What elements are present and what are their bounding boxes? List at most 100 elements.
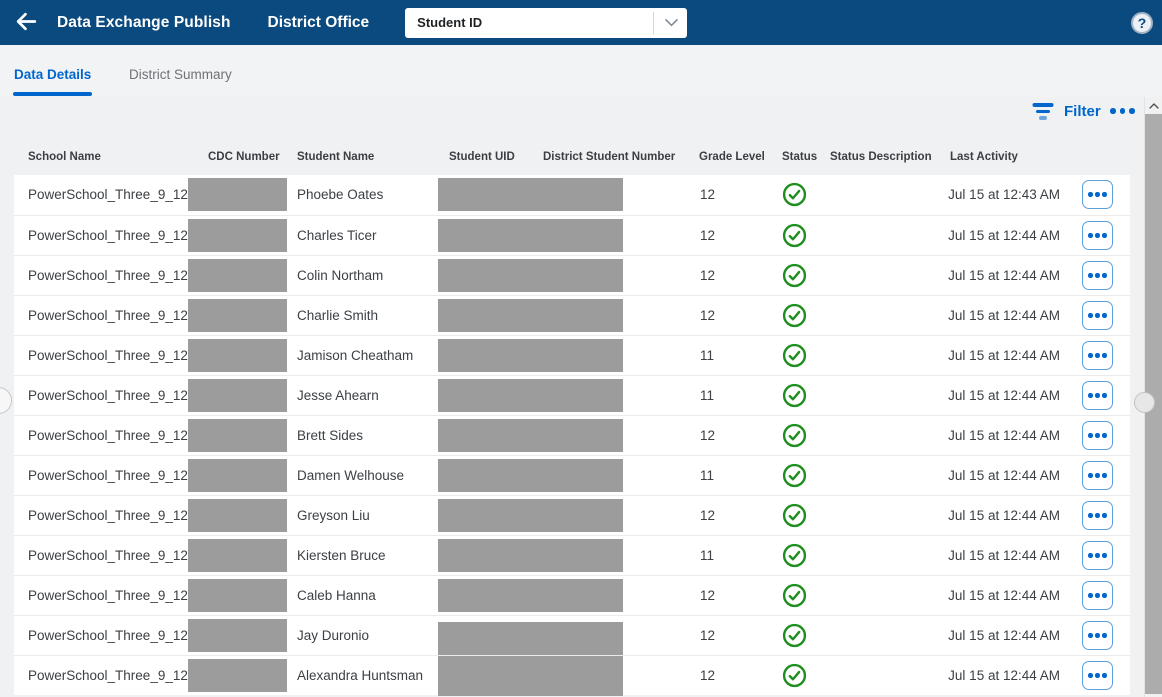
cdc-number-redacted: [188, 539, 287, 572]
table-row: PowerSchool_Three_9_12 Alexandra Huntsman…: [14, 655, 1130, 696]
scroll-up-button[interactable]: [1145, 97, 1162, 113]
tab-bar: Data Details District Summary: [0, 45, 1162, 97]
status-success-icon: [782, 663, 807, 688]
cdc-number-redacted: [188, 459, 287, 492]
cdc-number-redacted: [188, 379, 287, 412]
ellipsis-icon: [1110, 108, 1116, 114]
student-uid-redacted: [438, 419, 623, 452]
ellipsis-dot: [1088, 513, 1093, 518]
school-name-cell: PowerSchool_Three_9_12: [28, 468, 188, 483]
column-header-student-uid: Student UID: [449, 151, 515, 163]
grade-level-cell: 11: [700, 548, 715, 563]
column-header-district-student-number: District Student Number: [543, 151, 676, 163]
filter-icon: [1032, 103, 1053, 120]
row-actions-button[interactable]: [1082, 661, 1113, 690]
grade-level-cell: 11: [700, 468, 715, 483]
grade-level-cell: 12: [700, 668, 716, 683]
ellipsis-dot: [1102, 473, 1107, 478]
student-name-cell: Kiersten Bruce: [297, 548, 386, 563]
row-actions-button[interactable]: [1082, 221, 1113, 250]
ellipsis-dot: [1102, 353, 1107, 358]
row-actions-button[interactable]: [1082, 581, 1113, 610]
column-header-status: Status: [782, 151, 818, 163]
tab-district-summary[interactable]: District Summary: [129, 67, 232, 82]
last-activity-cell: Jul 15 at 12:44 AM: [948, 628, 1060, 643]
row-actions-button[interactable]: [1082, 461, 1113, 490]
student-name-cell: Damen Welhouse: [297, 468, 405, 483]
ellipsis-dot: [1088, 233, 1093, 238]
row-actions-button[interactable]: [1082, 301, 1113, 330]
app-title: Data Exchange Publish: [57, 13, 231, 31]
ellipsis-dot: [1088, 393, 1093, 398]
row-actions-button[interactable]: [1082, 261, 1113, 290]
status-success-icon: [782, 463, 807, 488]
grade-level-cell: 12: [700, 187, 716, 202]
status-success-icon: [782, 583, 807, 608]
ellipsis-dot: [1095, 593, 1100, 598]
grade-level-cell: 11: [700, 388, 715, 403]
ellipsis-dot: [1088, 313, 1093, 318]
row-actions-button[interactable]: [1082, 180, 1113, 209]
ellipsis-dot: [1088, 433, 1093, 438]
status-success-icon: [782, 503, 807, 528]
ellipsis-dot: [1095, 393, 1100, 398]
table-header-row: School Name CDC Number Student Name Stud…: [14, 145, 1130, 175]
status-success-icon: [782, 223, 807, 248]
table-row: PowerSchool_Three_9_12 Jamison Cheatham 11…: [14, 335, 1130, 375]
page-previous-notch[interactable]: [0, 387, 12, 414]
column-header-student-name: Student Name: [297, 151, 375, 163]
student-uid-redacted: [438, 539, 623, 572]
last-activity-cell: Jul 15 at 12:44 AM: [948, 308, 1060, 323]
grade-level-cell: 12: [700, 308, 716, 323]
student-name-cell: Colin Northam: [297, 268, 384, 283]
filter-label: Filter: [1064, 103, 1101, 120]
filter-button[interactable]: Filter: [1032, 103, 1101, 120]
student-name-cell: Caleb Hanna: [297, 588, 376, 603]
row-actions-button[interactable]: [1082, 341, 1113, 370]
student-uid-redacted: [438, 499, 623, 532]
table-row: PowerSchool_Three_9_12 Kiersten Bruce 11 Ju…: [14, 535, 1130, 575]
last-activity-cell: Jul 15 at 12:43 AM: [948, 187, 1060, 202]
student-name-cell: Greyson Liu: [297, 508, 370, 523]
grade-level-cell: 12: [700, 428, 716, 443]
student-uid-redacted: [438, 219, 623, 252]
help-button[interactable]: ?: [1131, 12, 1153, 34]
category-select-value: Student ID: [417, 15, 483, 30]
last-activity-cell: Jul 15 at 12:44 AM: [948, 508, 1060, 523]
ellipsis-dot: [1088, 353, 1093, 358]
student-uid-redacted: [438, 299, 623, 332]
table-row: PowerSchool_Three_9_12 Caleb Hanna 12 Jul 1…: [14, 575, 1130, 615]
ellipsis-dot: [1095, 473, 1100, 478]
school-name-cell: PowerSchool_Three_9_12: [28, 228, 188, 243]
context-title: District Office: [267, 13, 370, 31]
table-row: PowerSchool_Three_9_12 Charlie Smith 12 Jul…: [14, 295, 1130, 335]
row-actions-button[interactable]: [1082, 421, 1113, 450]
table-more-options-button[interactable]: [1110, 108, 1135, 114]
category-select[interactable]: Student ID: [405, 7, 688, 38]
row-actions-button[interactable]: [1082, 541, 1113, 570]
cdc-number-redacted: [188, 659, 287, 692]
table-row: PowerSchool_Three_9_12 Charles Ticer 12 Jul…: [14, 215, 1130, 255]
row-actions-button[interactable]: [1082, 621, 1113, 650]
grade-level-cell: 11: [700, 348, 715, 363]
status-success-icon: [782, 383, 807, 408]
active-tab-underline: [13, 92, 92, 96]
ellipsis-dot: [1102, 513, 1107, 518]
table-row: PowerSchool_Three_9_12 Jesse Ahearn 11 Jul …: [14, 375, 1130, 415]
student-uid-redacted: [438, 259, 623, 292]
ellipsis-dot: [1102, 553, 1107, 558]
ellipsis-dot: [1102, 393, 1107, 398]
row-actions-button[interactable]: [1082, 501, 1113, 530]
ellipsis-dot: [1088, 473, 1093, 478]
student-name-cell: Jamison Cheatham: [297, 348, 414, 363]
tab-data-details[interactable]: Data Details: [14, 67, 91, 82]
student-uid-redacted: [438, 459, 623, 492]
cdc-number-redacted: [188, 499, 287, 532]
row-actions-button[interactable]: [1082, 381, 1113, 410]
page-next-notch[interactable]: [1134, 392, 1155, 413]
back-button[interactable]: [12, 9, 40, 37]
student-name-cell: Charles Ticer: [297, 228, 377, 243]
student-name-cell: Charlie Smith: [297, 308, 379, 323]
cdc-number-redacted: [188, 299, 287, 332]
select-divider: [653, 11, 655, 34]
